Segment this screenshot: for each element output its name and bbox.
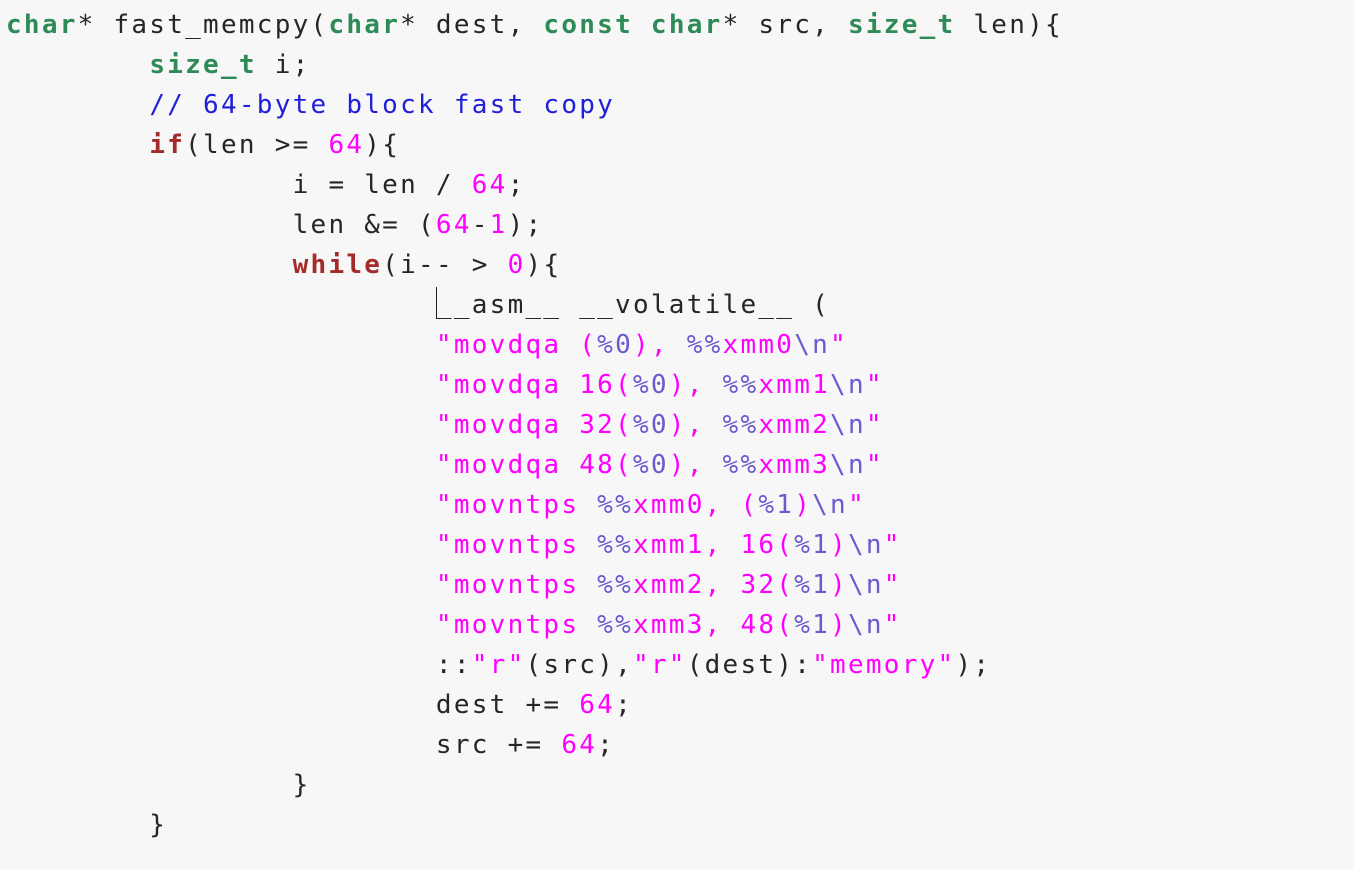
code-line[interactable]: __asm__ __volatile__ (	[6, 285, 1063, 325]
code-line[interactable]: len &= (64-1);	[6, 205, 1063, 245]
code-line[interactable]: }	[6, 765, 1063, 805]
code-line[interactable]: "movdqa (%0), %%xmm0\n"	[6, 325, 1063, 365]
code-line[interactable]: while(i-- > 0){	[6, 245, 1063, 285]
code-line[interactable]: size_t i;	[6, 45, 1063, 85]
code-line[interactable]: i = len / 64;	[6, 165, 1063, 205]
code-line[interactable]: "movdqa 32(%0), %%xmm2\n"	[6, 405, 1063, 445]
code-line[interactable]: "movdqa 16(%0), %%xmm1\n"	[6, 365, 1063, 405]
code-line[interactable]: if(len >= 64){	[6, 125, 1063, 165]
code-line[interactable]: // 64-byte block fast copy	[6, 85, 1063, 125]
code-line[interactable]: "movntps %%xmm3, 48(%1)\n"	[6, 605, 1063, 645]
code-line[interactable]: }	[6, 805, 1063, 845]
code-view[interactable]: char* fast_memcpy(char* dest, const char…	[6, 5, 1063, 845]
code-line[interactable]: "movntps %%xmm1, 16(%1)\n"	[6, 525, 1063, 565]
code-line[interactable]: src += 64;	[6, 725, 1063, 765]
code-line[interactable]: "movntps %%xmm0, (%1)\n"	[6, 485, 1063, 525]
code-editor[interactable]: char* fast_memcpy(char* dest, const char…	[0, 0, 1354, 870]
code-line[interactable]: "movntps %%xmm2, 32(%1)\n"	[6, 565, 1063, 605]
code-line[interactable]: ::"r"(src),"r"(dest):"memory");	[6, 645, 1063, 685]
text-cursor	[435, 287, 438, 319]
code-line[interactable]: dest += 64;	[6, 685, 1063, 725]
code-line[interactable]: "movdqa 48(%0), %%xmm3\n"	[6, 445, 1063, 485]
code-line[interactable]: char* fast_memcpy(char* dest, const char…	[6, 5, 1063, 45]
